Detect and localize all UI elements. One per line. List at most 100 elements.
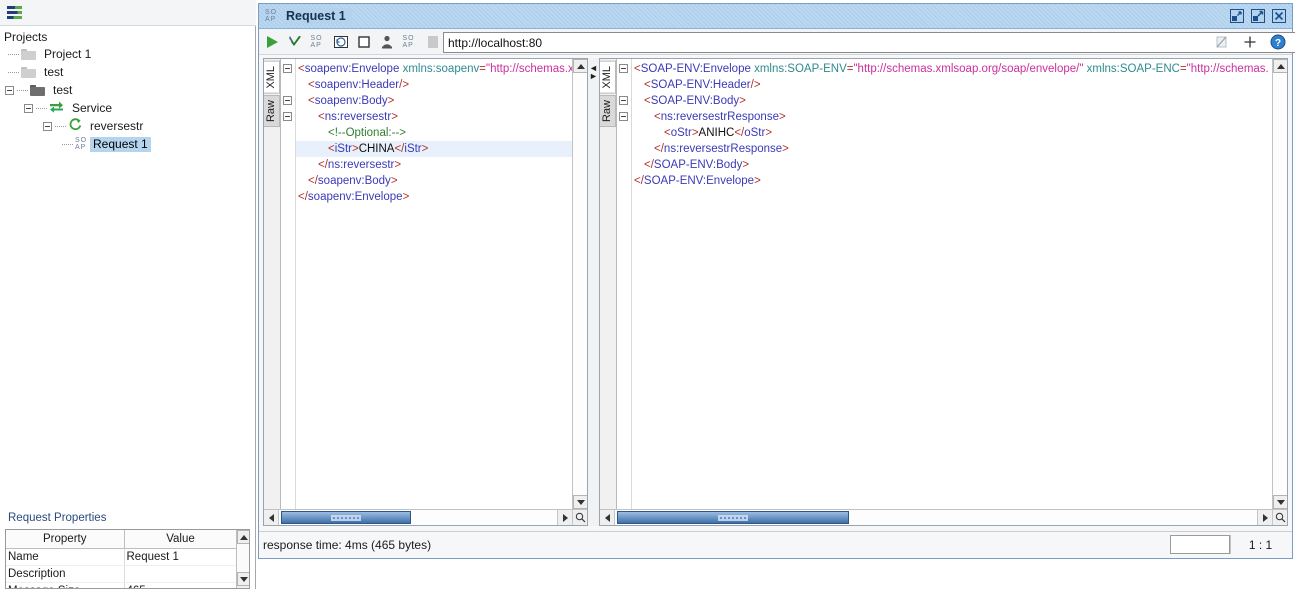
response-fold-gutter[interactable] xyxy=(617,59,632,509)
table-row[interactable]: Description xyxy=(6,565,238,583)
scroll-down-arrow-icon[interactable] xyxy=(1273,495,1287,509)
code-line[interactable]: <!--Optional:--> xyxy=(296,125,572,141)
code-line[interactable]: <soapenv:Header/> xyxy=(296,77,572,93)
list-view-icon[interactable] xyxy=(7,6,22,19)
scroll-right-arrow-icon[interactable] xyxy=(557,510,572,525)
request-toolbar: SO AP SO AP http://localhost:80 ? xyxy=(259,29,1295,55)
scroll-thumb[interactable] xyxy=(617,511,849,524)
tab-request-raw[interactable]: Raw xyxy=(264,94,280,127)
property-value-cell[interactable] xyxy=(124,565,238,583)
scroll-track[interactable] xyxy=(573,73,587,495)
code-line[interactable]: <oStr>ANIHC</oStr> xyxy=(632,125,1272,141)
add-authorization-icon[interactable] xyxy=(377,32,397,52)
tab-response-raw[interactable]: Raw xyxy=(600,94,616,127)
request-properties-table[interactable]: Property Value Name Request 1 Descriptio… xyxy=(5,529,250,589)
add-endpoint-icon[interactable] xyxy=(1240,32,1260,52)
scroll-up-arrow-icon[interactable] xyxy=(573,59,587,73)
code-line[interactable]: </SOAP-ENV:Envelope> xyxy=(632,173,1272,189)
submit-request-icon[interactable] xyxy=(262,32,282,52)
fold-toggle[interactable] xyxy=(619,112,628,121)
request-horizontal-scrollbar[interactable] xyxy=(264,509,587,525)
outline-editor-icon[interactable] xyxy=(331,32,351,52)
request-window-titlebar[interactable]: SO AP Request 1 xyxy=(259,4,1292,29)
help-icon[interactable]: ? xyxy=(1268,32,1288,52)
search-icon[interactable] xyxy=(572,510,587,525)
scroll-up-arrow-icon[interactable] xyxy=(1273,59,1287,73)
request-fold-gutter[interactable] xyxy=(281,59,296,509)
tree-item-service[interactable]: Service xyxy=(0,99,255,117)
project-tree[interactable]: Projects Project 1 test test Service rev… xyxy=(0,27,255,504)
code-token-attr: xmlns:SOAP-ENC xyxy=(1086,63,1180,75)
maximize-window-icon[interactable] xyxy=(1250,8,1266,24)
scroll-track[interactable] xyxy=(615,510,1257,525)
code-line[interactable]: </SOAP-ENV:Body> xyxy=(632,157,1272,173)
soapui-window: Projects Project 1 test test Service rev… xyxy=(0,0,1295,589)
close-window-icon[interactable] xyxy=(1271,8,1287,24)
collapse-right-arrow-icon[interactable]: ► xyxy=(589,72,598,81)
soap-format-icon[interactable]: SO AP xyxy=(308,32,328,52)
property-value-cell[interactable]: Request 1 xyxy=(124,548,238,566)
code-line[interactable]: <ns:reversestr> xyxy=(296,109,572,125)
tree-item-reversestr[interactable]: reversestr xyxy=(0,117,255,135)
scroll-up-arrow-icon[interactable] xyxy=(237,530,249,544)
fold-toggle[interactable] xyxy=(619,64,628,73)
tab-request-xml[interactable]: XML xyxy=(264,61,280,94)
tab-response-xml[interactable]: XML xyxy=(600,61,616,94)
scroll-track[interactable] xyxy=(237,544,249,572)
property-value-cell[interactable]: 465 xyxy=(124,582,238,588)
code-line[interactable]: <iStr>CHINA</iStr> xyxy=(296,141,572,157)
request-vertical-scrollbar[interactable] xyxy=(572,59,587,509)
tree-item-test-1[interactable]: test xyxy=(0,63,255,81)
code-line[interactable]: </ns:reversestr> xyxy=(296,157,572,173)
validate-request-icon[interactable] xyxy=(285,32,305,52)
scroll-down-arrow-icon[interactable] xyxy=(573,495,587,509)
search-icon[interactable] xyxy=(1272,510,1287,525)
clear-icon[interactable] xyxy=(1212,32,1232,52)
code-token-tag: > xyxy=(765,127,773,139)
soap-wss-icon[interactable]: SO AP xyxy=(400,32,420,52)
create-empty-request-icon[interactable] xyxy=(354,32,374,52)
table-row[interactable]: Name Request 1 xyxy=(6,548,238,566)
request-xml-content[interactable]: <soapenv:Envelope xmlns:soapenv="http://… xyxy=(296,59,572,509)
properties-vertical-scrollbar[interactable] xyxy=(236,530,249,588)
scroll-thumb[interactable] xyxy=(281,511,411,524)
code-line[interactable]: <SOAP-ENV:Body> xyxy=(632,93,1272,109)
split-divider[interactable]: ◄ ► xyxy=(588,58,599,526)
fold-toggle[interactable] xyxy=(283,112,292,121)
code-line[interactable]: <soapenv:Envelope xmlns:soapenv="http://… xyxy=(296,61,572,77)
scroll-left-arrow-icon[interactable] xyxy=(264,510,279,525)
code-token-tagname: ns:reversestr xyxy=(327,159,395,171)
fold-toggle[interactable] xyxy=(283,64,292,73)
scroll-track[interactable] xyxy=(279,510,557,525)
tree-item-test-2[interactable]: test xyxy=(0,81,255,99)
tree-connector xyxy=(36,107,47,109)
endpoint-input[interactable] xyxy=(443,32,1295,53)
scroll-track[interactable] xyxy=(1273,73,1287,495)
tree-item-request-1[interactable]: SO AP Request 1 xyxy=(0,135,255,153)
restore-window-icon[interactable] xyxy=(1229,8,1245,24)
response-editor-body: XML Raw <SOAP-ENV:Envelope xmlns:SOAP-EN… xyxy=(600,59,1287,509)
fold-toggle[interactable] xyxy=(619,96,628,105)
scroll-down-arrow-icon[interactable] xyxy=(237,572,249,586)
tree-collapse-toggle[interactable] xyxy=(5,85,14,95)
code-line[interactable]: </soapenv:Body> xyxy=(296,173,572,189)
tree-collapse-toggle[interactable] xyxy=(43,121,52,131)
code-line[interactable]: </ns:reversestrResponse> xyxy=(632,141,1272,157)
code-line[interactable]: <SOAP-ENV:Header/> xyxy=(632,77,1272,93)
endpoint-combobox[interactable] xyxy=(443,32,1295,53)
response-horizontal-scrollbar[interactable] xyxy=(600,509,1287,525)
scroll-right-arrow-icon[interactable] xyxy=(1257,510,1272,525)
response-xml-content[interactable]: <SOAP-ENV:Envelope xmlns:SOAP-ENV="http:… xyxy=(632,59,1272,509)
code-line[interactable]: <SOAP-ENV:Envelope xmlns:SOAP-ENV="http:… xyxy=(632,61,1272,77)
table-row[interactable]: Message Size 465 xyxy=(6,582,238,588)
scroll-left-arrow-icon[interactable] xyxy=(600,510,615,525)
tree-item-project-1[interactable]: Project 1 xyxy=(0,45,255,63)
property-name-cell: Name xyxy=(6,548,125,566)
code-token-tag: </ xyxy=(318,159,328,171)
response-vertical-scrollbar[interactable] xyxy=(1272,59,1287,509)
code-line[interactable]: <ns:reversestrResponse> xyxy=(632,109,1272,125)
fold-toggle[interactable] xyxy=(283,96,292,105)
tree-collapse-toggle[interactable] xyxy=(24,103,33,113)
code-line[interactable]: </soapenv:Envelope> xyxy=(296,189,572,205)
code-line[interactable]: <soapenv:Body> xyxy=(296,93,572,109)
